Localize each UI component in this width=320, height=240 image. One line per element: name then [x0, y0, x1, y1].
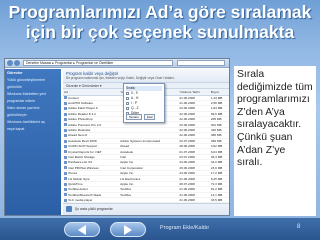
- filter-option-label: 0 - 9: [131, 91, 138, 95]
- table-cell: 21.06.2008: [178, 197, 210, 204]
- explanation-text: Sırala dediğimizde tüm programlarımızı Z…: [234, 66, 316, 216]
- window-address-bar-area: Denetim Masası ▸ Programlar ▸ Programlar…: [5, 59, 229, 68]
- sidebar-item[interactable]: programlar edinin: [7, 99, 59, 104]
- pane-header: Program kaldır veya değiştir Bir program…: [63, 69, 229, 83]
- programs-icon: [66, 206, 72, 212]
- nav-buttons[interactable]: [7, 60, 21, 66]
- previous-slide-button[interactable]: [64, 222, 100, 237]
- slide-footer-bar: Program Ekle/Kaldır 8: [0, 218, 320, 240]
- filter-option-label: I - P: [131, 101, 138, 105]
- arrow-left-icon: [78, 224, 86, 235]
- page-number: 8: [297, 224, 301, 230]
- sidebar-item[interactable]: Windows Marketten yeni: [7, 92, 59, 97]
- footer-caption: Program Ekle/Kaldır: [160, 225, 210, 231]
- cancel-button[interactable]: İptal: [143, 114, 156, 120]
- table-row[interactable]: VLC media player 21.06.2008 33,5 MB: [63, 197, 229, 204]
- sidebar-item[interactable]: Yüklü güncelleştirmeleri: [7, 78, 59, 83]
- sidebar-item[interactable]: veya kapat: [7, 127, 59, 132]
- table-cell: 33,5 MB: [209, 197, 229, 204]
- checkbox-icon[interactable]: [126, 106, 129, 110]
- sidebar-item[interactable]: görüntüle: [7, 85, 59, 90]
- next-slide-button[interactable]: [110, 222, 146, 237]
- programs-window-screenshot: Denetim Masası ▸ Programlar ▸ Programlar…: [4, 58, 230, 216]
- checkbox-icon[interactable]: [126, 91, 129, 95]
- filter-option-label: Sırala: [126, 86, 135, 90]
- arrow-right-icon: [124, 224, 132, 235]
- filter-option-label: Q - Z: [131, 106, 139, 110]
- pane-subheading: Bir programı kaldırmak için, listeden se…: [66, 76, 175, 80]
- filter-option-label: A - H: [131, 96, 139, 100]
- sidebar-item: Görevler: [7, 71, 23, 75]
- status-bar: Şu anda yüklü programlar: [63, 203, 229, 215]
- checkbox-icon[interactable]: [126, 101, 129, 105]
- back-icon[interactable]: [7, 60, 13, 66]
- table-cell: VLC media player: [63, 197, 120, 204]
- sidebar-item[interactable]: Windows özelliklerini aç: [7, 120, 59, 125]
- tasks-sidebar: Görevler Yüklü güncelleştirmeleri görüntül…: [5, 69, 61, 215]
- sidebar-item[interactable]: Satın alınan yazılımı: [7, 106, 59, 111]
- name-filter-dropdown[interactable]: Sırala 0 - 9A - HI - PQ - Z Diğer Tamam İp…: [123, 83, 165, 123]
- title-line-2: için bir çok seçenek sunulmakta: [25, 22, 295, 42]
- title-line-1: Programlarımızı Ad’a göre sıralamak: [8, 2, 312, 22]
- ok-button[interactable]: Tamam: [126, 114, 142, 120]
- table-cell: [119, 197, 179, 204]
- search-input[interactable]: [177, 60, 225, 66]
- forward-icon[interactable]: [14, 60, 20, 66]
- sidebar-item[interactable]: görüntüleyin: [7, 113, 59, 118]
- checkbox-icon[interactable]: [126, 96, 129, 100]
- status-text: Şu anda yüklü programlar: [74, 206, 113, 211]
- address-bar[interactable]: Denetim Masası ▸ Programlar ▸ Programlar…: [23, 60, 173, 66]
- slide-title: Programlarımızı Ad’a göre sıralamak için…: [0, 2, 320, 42]
